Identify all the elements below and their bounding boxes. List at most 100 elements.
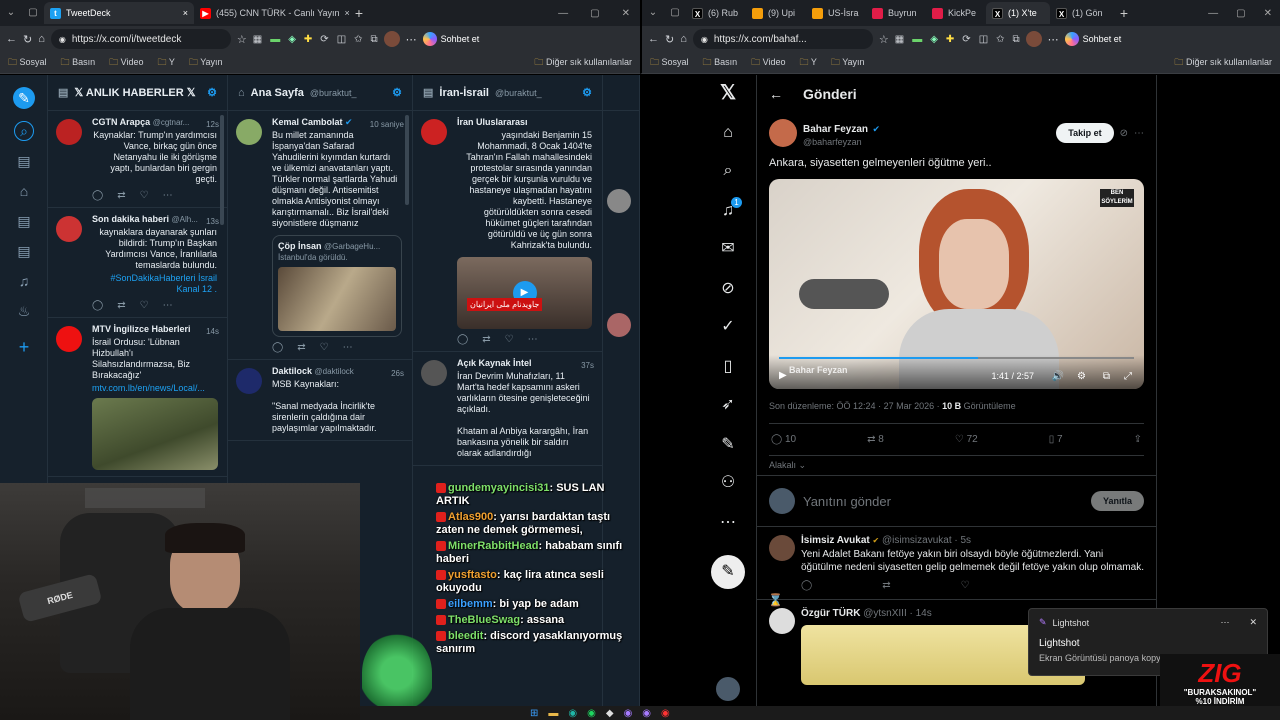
reply-icon[interactable]: ◯ <box>92 190 103 201</box>
tab-actions-icon[interactable]: ⌄ <box>0 8 22 18</box>
bookmark-folder-sosyal[interactable]: 🗀 Sosyal <box>8 55 47 71</box>
edge-icon[interactable]: ◉ <box>568 708 577 719</box>
close-window-icon[interactable]: ✕ <box>1264 8 1272 19</box>
more-icon[interactable]: ⋯ <box>1220 617 1229 628</box>
extension-icon[interactable]: ▬ <box>912 34 922 45</box>
address-bar[interactable]: ◉ https://x.com/bahaf... <box>692 29 873 49</box>
app-icon[interactable]: ◉ <box>661 708 670 719</box>
workspaces-icon[interactable]: ▢ <box>664 8 686 18</box>
jobs-icon[interactable]: ➶ <box>718 395 738 415</box>
bookmark-folder-basin[interactable]: 🗀 Basın <box>703 55 738 71</box>
retweet-icon[interactable]: ⇄ <box>117 300 125 311</box>
chat-username[interactable]: TheBlueSwag <box>448 614 520 626</box>
collections-icon[interactable]: ⧉ <box>1013 34 1020 45</box>
more-icon[interactable]: ⋯ <box>718 513 738 533</box>
extension-icon[interactable]: ✚ <box>304 34 312 45</box>
extension-icon[interactable]: ✚ <box>946 34 954 45</box>
more-icon[interactable]: ⋯ <box>1134 128 1144 139</box>
home-icon[interactable]: ⌂ <box>718 123 738 143</box>
avatar[interactable] <box>769 119 797 147</box>
back-icon[interactable]: ← <box>648 33 659 45</box>
more-icon[interactable]: ⋯ <box>343 342 353 353</box>
more-icon[interactable]: ⋯ <box>528 334 538 345</box>
notifications-icon[interactable]: ♫ 1 <box>718 197 742 221</box>
settings-icon[interactable]: ⚙ <box>1077 371 1086 382</box>
extension-icon[interactable]: ▦ <box>253 34 262 45</box>
bookmark-folder-sosyal[interactable]: 🗀 Sosyal <box>650 55 689 71</box>
share-icon[interactable]: ⇪ <box>1134 434 1142 445</box>
maximize-icon[interactable]: ▢ <box>590 8 599 19</box>
avatar[interactable] <box>56 216 82 242</box>
favorite-star-icon[interactable]: ☆ <box>879 33 889 46</box>
bookmark-folder-yayin[interactable]: 🗀 Yayın <box>831 55 865 71</box>
tweet[interactable]: 13s Son dakika haberi @Alh... kaynaklara… <box>48 208 227 318</box>
like-icon[interactable]: ♡ <box>140 190 149 201</box>
reply-icon[interactable]: ◯ <box>272 342 283 353</box>
refresh-icon[interactable]: ↻ <box>23 33 32 46</box>
tab-cnn-turk[interactable]: ▶ (455) CNN TÜRK - Canlı Yayın × <box>194 2 349 24</box>
app-icon[interactable]: ◆ <box>606 708 614 719</box>
more-menu-icon[interactable]: ⋯ <box>1048 33 1059 46</box>
chat-username[interactable]: gundemyayincisi31 <box>448 482 550 494</box>
bookmark-folder-y[interactable]: 🗀 Y <box>157 55 174 71</box>
spotify-icon[interactable]: ◉ <box>587 708 596 719</box>
favorite-star-icon[interactable]: ☆ <box>237 33 247 46</box>
volume-icon[interactable]: 🔊 <box>1052 371 1064 382</box>
profile-avatar[interactable] <box>383 31 400 47</box>
bookmark-folder-basin[interactable]: 🗀 Basın <box>61 55 96 71</box>
retweet-icon[interactable]: ⇄ <box>482 334 490 345</box>
premium-icon[interactable]: ✓ <box>718 317 738 337</box>
grok-icon[interactable]: ⊘ <box>1120 128 1128 139</box>
tweet-image[interactable] <box>92 398 218 470</box>
tab-tweetdeck[interactable]: t TweetDeck × <box>44 2 194 24</box>
site-info-icon[interactable]: ◉ <box>701 35 708 44</box>
trending-icon[interactable]: ♨ <box>14 303 34 323</box>
account-avatar[interactable] <box>716 677 740 701</box>
more-icon[interactable]: ⋯ <box>163 300 173 311</box>
scrollbar[interactable] <box>220 115 224 225</box>
avatar[interactable] <box>56 119 82 145</box>
column-settings-icon[interactable]: ⚙ <box>392 86 402 99</box>
address-bar[interactable]: ◉ https://x.com/i/tweetdeck <box>50 29 231 49</box>
avatar[interactable] <box>769 535 795 561</box>
chat-username[interactable]: eilbemm <box>448 598 493 610</box>
avatar[interactable] <box>56 326 82 352</box>
more-icon[interactable]: ⋯ <box>163 190 173 201</box>
retweet-button[interactable]: ⇄ 8 <box>867 434 884 445</box>
bookmarks-icon[interactable]: ▯ <box>718 357 738 377</box>
refresh-icon[interactable]: ↻ <box>665 33 674 46</box>
app-icon[interactable]: ◉ <box>624 708 633 719</box>
follow-button[interactable]: Takip et <box>1056 123 1114 143</box>
reply-input[interactable]: Yanıtını gönder <box>803 494 1083 509</box>
retweet-icon[interactable]: ⇄ <box>297 342 305 353</box>
site-info-icon[interactable]: ◉ <box>59 35 66 44</box>
like-icon[interactable]: ♡ <box>140 300 149 311</box>
extension-icon[interactable]: ▬ <box>270 34 280 45</box>
profile-icon[interactable]: ⚇ <box>718 473 738 493</box>
scrollbar[interactable] <box>405 115 409 205</box>
new-tab-icon[interactable]: + <box>1114 6 1134 20</box>
chat-username[interactable]: MinerRabbitHead <box>448 540 538 552</box>
bookmark-folder-video[interactable]: 🗀 Video <box>751 55 785 71</box>
tab-actions-icon[interactable]: ⌄ <box>642 8 664 18</box>
bookmark-folder-yayin[interactable]: 🗀 Yayın <box>189 55 223 71</box>
new-tab-icon[interactable]: + <box>349 6 369 20</box>
grok-icon[interactable]: ⊘ <box>718 279 738 299</box>
column-settings-icon[interactable]: ⚙ <box>207 86 217 99</box>
tweet[interactable]: 26s Daktilock @daktilock MSB Kaynakları:… <box>228 360 412 441</box>
like-icon[interactable]: ♡ <box>320 342 329 353</box>
avatar[interactable] <box>769 608 795 634</box>
reply-icon[interactable]: ◯ <box>801 580 812 591</box>
column-settings-icon[interactable]: ⚙ <box>582 86 592 99</box>
file-explorer-icon[interactable]: ▬ <box>548 708 558 719</box>
collections-icon[interactable]: ⧉ <box>371 34 378 45</box>
app-icon[interactable]: ◉ <box>642 708 651 719</box>
extension-icon[interactable]: ◈ <box>930 34 938 45</box>
chat-username[interactable]: Atlas900 <box>448 511 493 523</box>
minimize-icon[interactable]: — <box>558 8 568 19</box>
avatar[interactable] <box>421 119 447 145</box>
minimize-icon[interactable]: — <box>1208 8 1218 19</box>
windows-start-icon[interactable]: ⊞ <box>530 708 538 719</box>
post-button-icon[interactable]: ✎ <box>711 555 745 589</box>
notifications-icon[interactable]: ♫ <box>14 273 34 293</box>
